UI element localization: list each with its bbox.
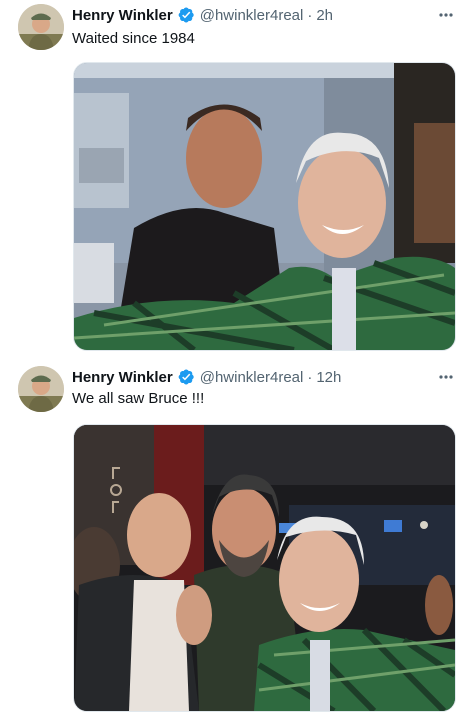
display-name[interactable]: Henry Winkler xyxy=(72,369,173,386)
photo-image xyxy=(74,63,455,350)
more-options-button[interactable] xyxy=(436,367,456,387)
timestamp[interactable]: 2h xyxy=(316,7,333,24)
tweet[interactable]: Henry Winkler @hwinkler4real · 12h We al… xyxy=(0,362,474,720)
handle[interactable]: @hwinkler4real xyxy=(200,369,304,386)
timestamp[interactable]: 12h xyxy=(316,369,341,386)
tweet[interactable]: Henry Winkler @hwinkler4real · 2h Waited… xyxy=(0,0,474,362)
tweet-photo[interactable] xyxy=(73,424,456,712)
more-horizontal-icon xyxy=(439,13,453,17)
display-name[interactable]: Henry Winkler xyxy=(72,7,173,24)
tweet-text: Waited since 1984 xyxy=(72,30,195,47)
separator-dot: · xyxy=(307,6,313,24)
tweet-header: Henry Winkler @hwinkler4real · 2h xyxy=(72,4,333,26)
photo-image xyxy=(74,425,455,711)
handle[interactable]: @hwinkler4real xyxy=(200,7,304,24)
avatar[interactable] xyxy=(18,366,64,412)
tweet-header: Henry Winkler @hwinkler4real · 12h xyxy=(72,366,341,388)
tweet-text: We all saw Bruce !!! xyxy=(72,390,205,407)
avatar-image xyxy=(18,4,64,50)
separator-dot: · xyxy=(307,368,313,386)
avatar[interactable] xyxy=(18,4,64,50)
tweet-photo[interactable] xyxy=(73,62,456,351)
verified-badge-icon xyxy=(178,7,194,23)
more-horizontal-icon xyxy=(439,375,453,379)
verified-badge-icon xyxy=(178,369,194,385)
avatar-image xyxy=(18,366,64,412)
more-options-button[interactable] xyxy=(436,5,456,25)
